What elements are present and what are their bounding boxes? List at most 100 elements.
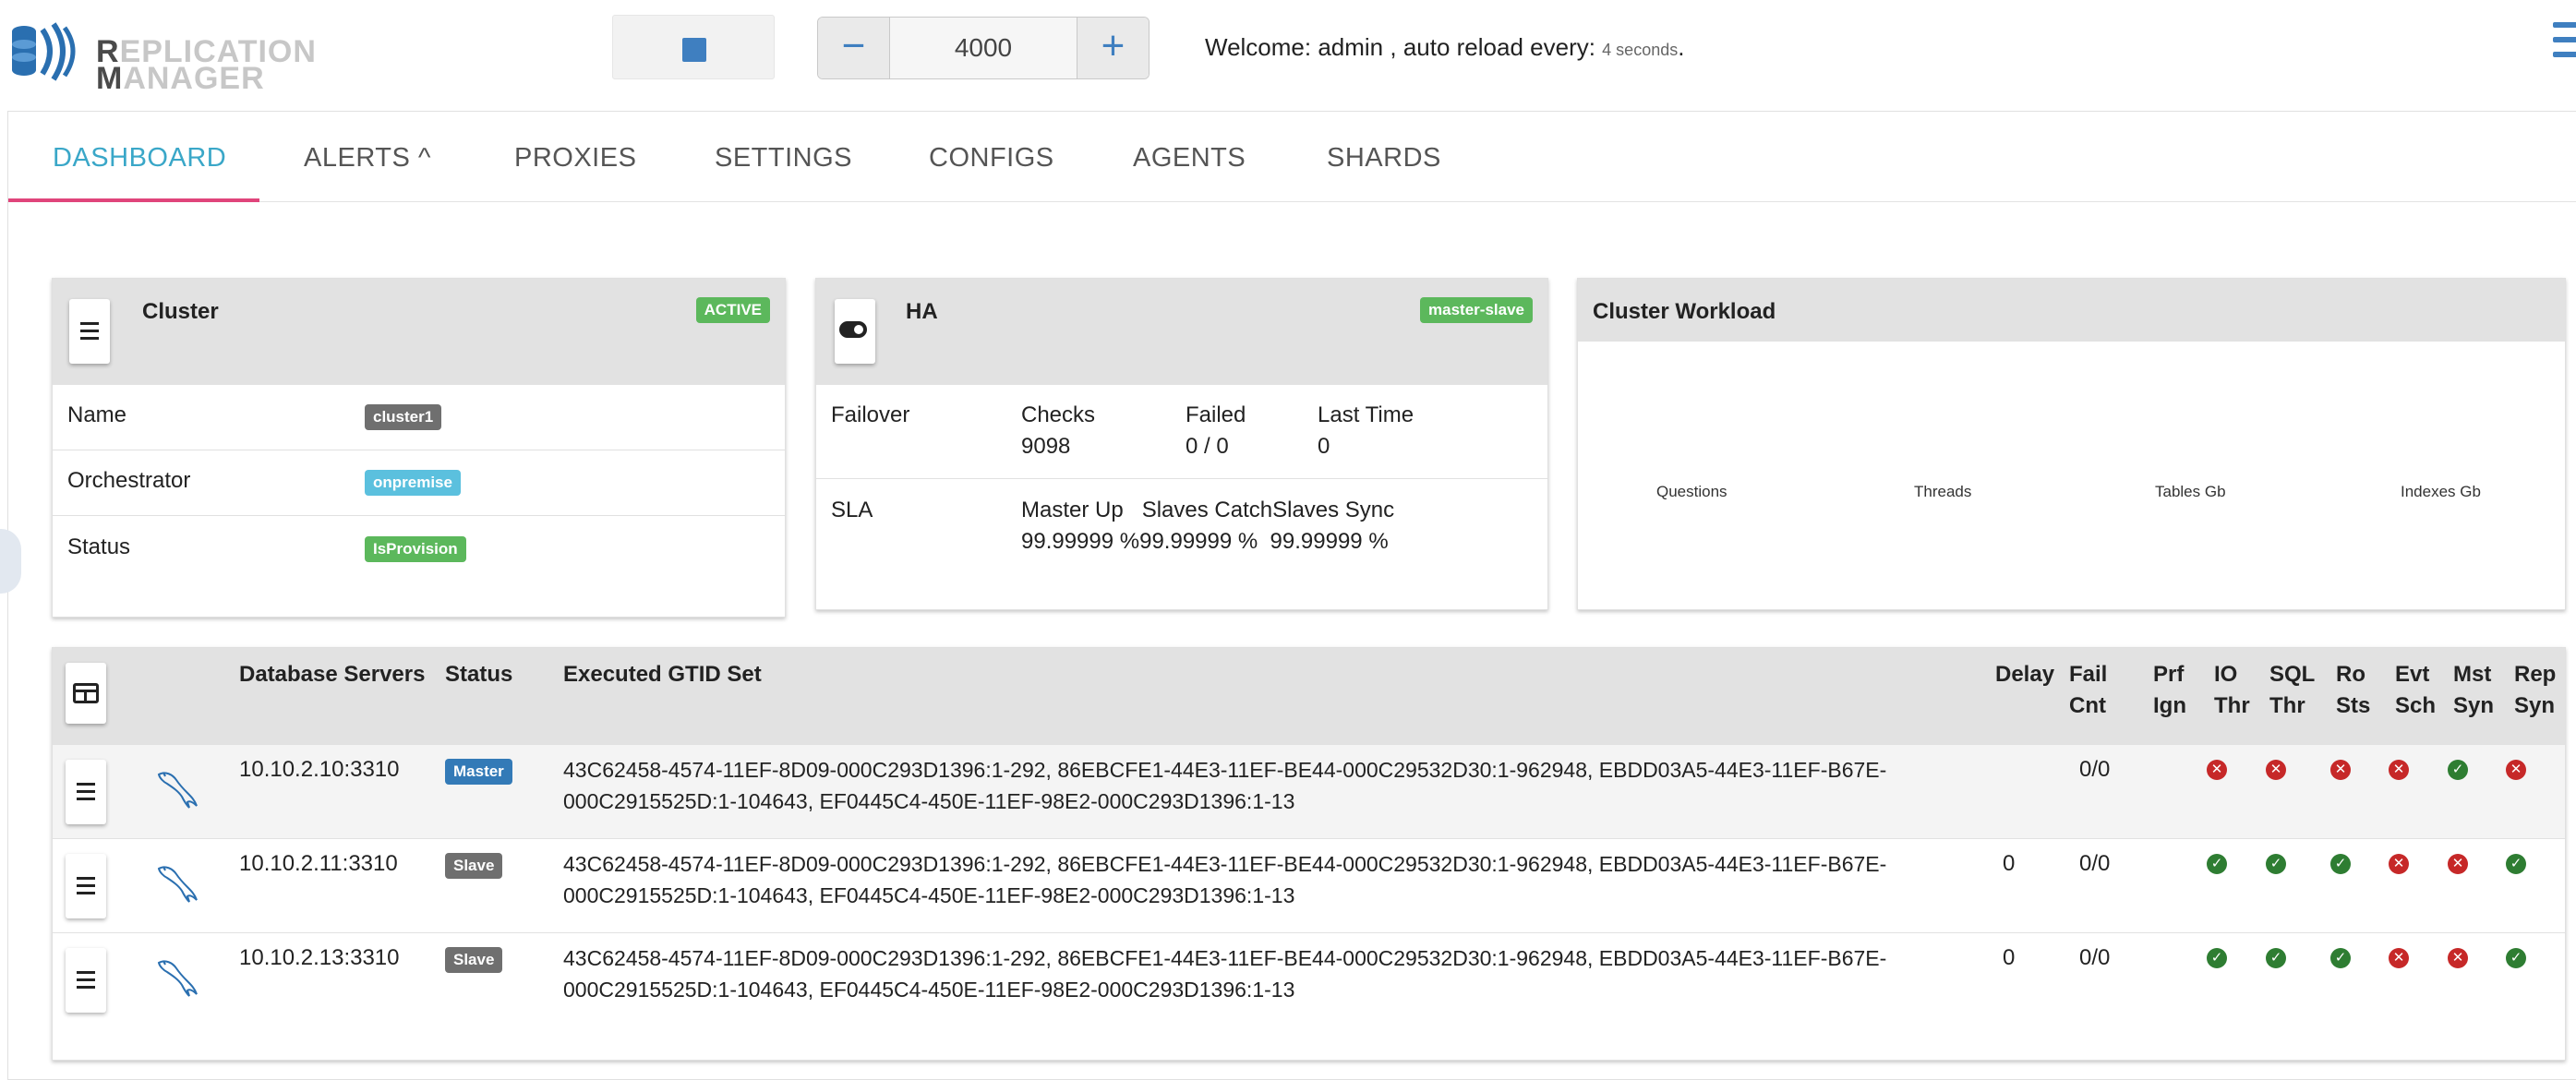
- top-bar: REPLICATION MANAGER − 4000 + Welcome: ad…: [0, 0, 2576, 109]
- welcome-text: Welcome: admin , auto reload every:: [1205, 33, 1603, 61]
- server-address[interactable]: 10.10.2.10:3310: [239, 754, 400, 786]
- orchestrator-badge: onpremise: [365, 470, 461, 496]
- table-icon: [73, 683, 99, 703]
- workload-metric-questions: Questions: [1656, 483, 1727, 500]
- col-ro-sts-line2: Sts: [2336, 693, 2371, 718]
- replication-manager-logo[interactable]: REPLICATION MANAGER: [11, 20, 316, 94]
- status-error-icon: ✕: [2266, 760, 2286, 780]
- ha-card: HA master-slave Failover Checks 9098 Fai…: [815, 278, 1548, 610]
- col-prf-ign-line1: Prf: [2153, 662, 2185, 687]
- stop-square-icon: [682, 38, 706, 62]
- welcome-end: .: [1678, 33, 1685, 61]
- status-ok-icon: ✓: [2330, 948, 2351, 968]
- tab-agents[interactable]: AGENTS: [1133, 143, 1246, 174]
- logo-letter-m: M: [96, 61, 124, 96]
- mysql-dolphin-icon: [157, 866, 198, 903]
- row-divider: [53, 515, 785, 516]
- col-io-thr[interactable]: IO Thr: [2214, 659, 2250, 722]
- table-row: 10.10.2.11:3310 Slave 43C62458-4574-11EF…: [53, 838, 2565, 932]
- cluster-card: Cluster ACTIVE Name cluster1 Orchestrato…: [52, 278, 786, 618]
- sla-label: SLA: [831, 498, 873, 522]
- reload-interval-stepper: − 4000 +: [817, 17, 1150, 79]
- status-error-icon: ✕: [2506, 760, 2526, 780]
- main-menu-icon[interactable]: [2553, 22, 2576, 66]
- server-status-badge: Master: [445, 759, 512, 785]
- col-rep-syn-line1: Rep: [2514, 662, 2557, 687]
- cluster-status-label: Status: [67, 534, 131, 559]
- server-menu-button[interactable]: [66, 854, 106, 918]
- tab-shards[interactable]: SHARDS: [1327, 143, 1441, 174]
- cluster-card-header: Cluster ACTIVE: [53, 279, 785, 385]
- tab-proxies[interactable]: PROXIES: [514, 143, 636, 174]
- failover-label: Failover: [831, 402, 910, 427]
- col-delay[interactable]: Delay: [1995, 659, 2054, 690]
- col-ro-sts-line1: Ro: [2336, 662, 2365, 687]
- status-ok-icon: ✓: [2266, 948, 2286, 968]
- sla-values: 99.99999 %99.99999 % 99.99999 %: [1021, 529, 1389, 554]
- gtid-set: 43C62458-4574-11EF-8D09-000C293D1396:1-2…: [563, 946, 1887, 1002]
- col-fail-cnt-line2: Cnt: [2069, 693, 2106, 718]
- col-status[interactable]: Status: [445, 659, 512, 690]
- failed-value: 0 / 0: [1186, 434, 1229, 459]
- col-rep-syn[interactable]: Rep Syn: [2514, 659, 2556, 722]
- cluster-name-label: Name: [67, 402, 127, 427]
- side-drawer-handle[interactable]: [0, 529, 21, 594]
- fail-cnt-value: 0/0: [2079, 851, 2111, 876]
- server-menu-button[interactable]: [66, 948, 106, 1013]
- table-row: 10.10.2.13:3310 Slave 43C62458-4574-11EF…: [53, 932, 2565, 1026]
- col-database-servers[interactable]: Database Servers: [239, 659, 425, 690]
- logo-db-icon: [12, 22, 76, 81]
- tab-dashboard[interactable]: DASHBOARD: [53, 143, 226, 174]
- col-ro-sts[interactable]: Ro Sts: [2336, 659, 2370, 722]
- status-error-icon: ✕: [2207, 760, 2227, 780]
- sla-header: Master Up Slaves CatchSlaves Sync: [1021, 498, 1395, 522]
- server-menu-button[interactable]: [66, 760, 106, 824]
- mysql-dolphin-icon: [157, 772, 198, 809]
- last-time-value: 0: [1318, 434, 1330, 459]
- orchestrator-label: Orchestrator: [67, 468, 191, 493]
- server-address[interactable]: 10.10.2.11:3310: [239, 848, 398, 880]
- row-divider: [816, 478, 1547, 479]
- col-executed-gtid-set[interactable]: Executed GTID Set: [563, 659, 762, 690]
- status-error-icon: ✕: [2448, 948, 2468, 968]
- delay-value: 0: [2003, 851, 2016, 876]
- table-view-button[interactable]: [66, 663, 106, 724]
- col-fail-cnt-line1: Fail: [2069, 662, 2108, 687]
- tab-configs[interactable]: CONFIGS: [929, 143, 1054, 174]
- ha-card-title: HA: [906, 299, 938, 324]
- welcome-message: Welcome: admin , auto reload every: 4 se…: [1205, 33, 1684, 62]
- hamburger-icon: [77, 971, 95, 993]
- ha-mode-badge: master-slave: [1420, 297, 1533, 323]
- reload-interval-value[interactable]: 4000: [890, 18, 1077, 78]
- col-io-thr-line1: IO: [2214, 662, 2238, 687]
- cluster-menu-button[interactable]: [69, 299, 110, 364]
- server-address[interactable]: 10.10.2.13:3310: [239, 942, 400, 974]
- col-prf-ign[interactable]: Prf Ign: [2153, 659, 2186, 722]
- col-sql-thr[interactable]: SQL Thr: [2269, 659, 2315, 722]
- checks-value: 9098: [1021, 434, 1071, 459]
- col-mst-syn-line1: Mst: [2453, 662, 2492, 687]
- increase-interval-button[interactable]: +: [1077, 18, 1149, 78]
- stop-reload-button[interactable]: [612, 15, 775, 79]
- status-ok-icon: ✓: [2207, 948, 2227, 968]
- ha-card-header: HA master-slave: [816, 279, 1547, 385]
- toggle-icon: [839, 321, 867, 338]
- failed-label: Failed: [1186, 402, 1246, 427]
- ha-toggle-button[interactable]: [835, 299, 875, 364]
- cluster-workload-card: Cluster Workload Questions Threads Table…: [1577, 278, 2566, 610]
- gtid-set: 43C62458-4574-11EF-8D09-000C293D1396:1-2…: [563, 852, 1887, 907]
- col-evt-sch[interactable]: Evt Sch: [2395, 659, 2436, 722]
- tab-settings[interactable]: SETTINGS: [715, 143, 852, 174]
- col-fail-cnt[interactable]: Fail Cnt: [2069, 659, 2107, 722]
- status-ok-icon: ✓: [2207, 854, 2227, 874]
- tab-alerts[interactable]: ALERTS ^: [304, 143, 431, 174]
- workload-metric-tables-gb: Tables Gb: [2155, 483, 2226, 500]
- workload-metric-indexes-gb: Indexes Gb: [2401, 483, 2481, 500]
- decrease-interval-button[interactable]: −: [818, 18, 890, 78]
- status-error-icon: ✕: [2330, 760, 2351, 780]
- workload-card-title: Cluster Workload: [1593, 299, 1776, 324]
- checks-label: Checks: [1021, 402, 1096, 427]
- logo-word-manager: ANAGER: [123, 61, 265, 96]
- col-mst-syn[interactable]: Mst Syn: [2453, 659, 2494, 722]
- status-error-icon: ✕: [2389, 948, 2409, 968]
